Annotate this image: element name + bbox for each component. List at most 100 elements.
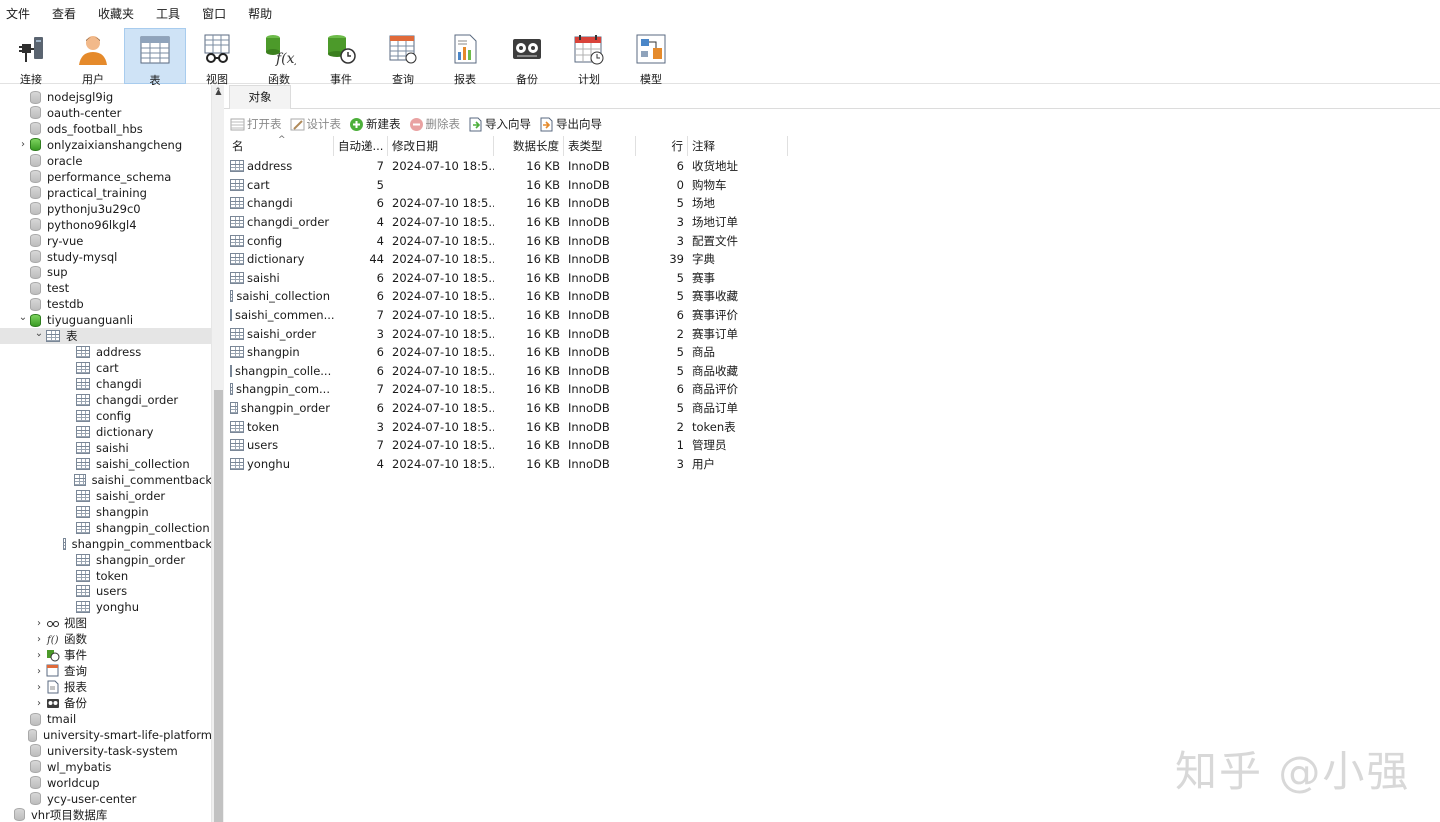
table-row[interactable]: saishi_collection 6 2024-07-10 18:5... 16 K… [228, 287, 788, 306]
tree-db-testdb[interactable]: testdb [0, 296, 212, 312]
tree-node-backup[interactable]: › 备份 [0, 695, 212, 711]
tree-table-config[interactable]: config [0, 408, 212, 424]
table-row[interactable]: config 4 2024-07-10 18:5... 16 KB InnoDB 3 配置文… [228, 231, 788, 250]
menu-item-3[interactable]: 工具 [145, 0, 191, 28]
tree-node-event[interactable]: › 事件 [0, 647, 212, 663]
tree-table-users[interactable]: users [0, 583, 212, 599]
tree-table-changdi[interactable]: changdi [0, 376, 212, 392]
table-row[interactable]: users 7 2024-07-10 18:5... 16 KB InnoDB 1 管理员 [228, 436, 788, 455]
toolbar-button-report[interactable]: 报表 [434, 28, 496, 86]
sidebar-scroll-thumb[interactable] [214, 390, 223, 822]
table-row[interactable]: cart 5 16 KB InnoDB 0 购物车 [228, 176, 788, 195]
toolbar-button-model[interactable]: 模型 [620, 28, 682, 86]
chevron-right-icon[interactable]: › [32, 634, 46, 645]
table-row[interactable]: saishi_commen... 7 2024-07-10 18:5... 16 KB… [228, 306, 788, 325]
tree-table-token[interactable]: token [0, 568, 212, 584]
tree-node-report[interactable]: › 报表 [0, 679, 212, 695]
chevron-right-icon[interactable]: › [32, 618, 46, 629]
tree-table-saishi_commentback[interactable]: saishi_commentback [0, 472, 212, 488]
table-row[interactable]: shangpin_colle... 6 2024-07-10 18:5... 16 K… [228, 362, 788, 381]
chevron-right-icon[interactable]: › [32, 682, 46, 693]
chevron-right-icon[interactable]: › [16, 139, 30, 150]
tree-db-oracle[interactable]: oracle [0, 153, 212, 169]
column-header-3[interactable]: 数据长度 [494, 136, 564, 156]
tree-db-pythonju3u29c0[interactable]: pythonju3u29c0 [0, 201, 212, 217]
chevron-down-icon[interactable]: ⌄ [32, 328, 46, 339]
column-header-5[interactable]: 行 [636, 136, 688, 156]
tree-db-practical_training[interactable]: practical_training [0, 185, 212, 201]
tree-db-wl_mybatis[interactable]: wl_mybatis [0, 759, 212, 775]
collapse-up-icon[interactable]: ⌃ [212, 87, 224, 97]
tree-db-pythono96lkgl4[interactable]: pythono96lkgl4 [0, 217, 212, 233]
tree-table-dictionary[interactable]: dictionary [0, 424, 212, 440]
column-header-6[interactable]: 注释 [688, 136, 788, 156]
table-row[interactable]: shangpin 6 2024-07-10 18:5... 16 KB InnoDB 5 商… [228, 343, 788, 362]
tree-db-onlyzaixianshangcheng[interactable]: › onlyzaixianshangcheng [0, 137, 212, 153]
menu-item-5[interactable]: 帮助 [237, 0, 283, 28]
export-wizard-button[interactable]: 导出向导 [539, 116, 602, 132]
column-header-1[interactable]: 自动递... [334, 136, 388, 156]
sidebar-scrollbar[interactable]: ▲ [211, 85, 224, 822]
delete-table-button[interactable]: 删除表 [409, 116, 460, 132]
open-table-button[interactable]: 打开表 [230, 116, 282, 132]
tree-table-address[interactable]: address [0, 344, 212, 360]
table-row[interactable]: dictionary 44 2024-07-10 18:5... 16 KB InnoD… [228, 250, 788, 269]
toolbar-button-event[interactable]: 事件 [310, 28, 372, 86]
tree-table-changdi_order[interactable]: changdi_order [0, 392, 212, 408]
column-header-0[interactable]: 名 ^ [228, 135, 334, 156]
toolbar-button-query[interactable]: 查询 [372, 28, 434, 86]
toolbar-button-backup[interactable]: 备份 [496, 28, 558, 86]
menu-item-2[interactable]: 收藏夹 [87, 0, 145, 28]
table-row[interactable]: token 3 2024-07-10 18:5... 16 KB InnoDB 2 toke… [228, 417, 788, 436]
toolbar-button-schedule[interactable]: 计划 [558, 28, 620, 86]
toolbar-button-view[interactable]: 视图 [186, 28, 248, 86]
tree-table-cart[interactable]: cart [0, 360, 212, 376]
tree-db-ry-vue[interactable]: ry-vue [0, 233, 212, 249]
menu-item-4[interactable]: 窗口 [191, 0, 237, 28]
tree-node-tables[interactable]: ⌄ 表 [0, 328, 212, 345]
new-table-button[interactable]: 新建表 [349, 116, 401, 132]
tree-table-yonghu[interactable]: yonghu [0, 599, 212, 615]
tree-table-shangpin_order[interactable]: shangpin_order [0, 552, 212, 568]
tree-connection-vhr[interactable]: vhr项目数据库 [0, 807, 212, 822]
tree-table-shangpin_collection[interactable]: shangpin_collection [0, 520, 212, 536]
tree-db-study-mysql[interactable]: study-mysql [0, 249, 212, 265]
tree-db-university-task-system[interactable]: university-task-system [0, 743, 212, 759]
table-row[interactable]: shangpin_com... 7 2024-07-10 18:5... 16 KB I… [228, 380, 788, 399]
tree-table-saishi_collection[interactable]: saishi_collection [0, 456, 212, 472]
table-row[interactable]: changdi_order 4 2024-07-10 18:5... 16 KB Inn… [228, 213, 788, 232]
table-row[interactable]: saishi 6 2024-07-10 18:5... 16 KB InnoDB 5 赛事 [228, 269, 788, 288]
tree-db-university-smart-life-platform[interactable]: university-smart-life-platform [0, 727, 212, 743]
menu-item-0[interactable]: 文件 [6, 0, 41, 28]
tree-db-worldcup[interactable]: worldcup [0, 775, 212, 791]
tree-db-ycy-user-center[interactable]: ycy-user-center [0, 791, 212, 807]
tree-db-performance_schema[interactable]: performance_schema [0, 169, 212, 185]
tree-node-query[interactable]: › 查询 [0, 663, 212, 679]
toolbar-button-plug[interactable]: 连接 [0, 28, 62, 86]
tree-node-view[interactable]: › 视图 [0, 615, 212, 631]
import-wizard-button[interactable]: 导入向导 [468, 116, 531, 132]
table-row[interactable]: saishi_order 3 2024-07-10 18:5... 16 KB Inno… [228, 324, 788, 343]
tree-db-tmail[interactable]: tmail [0, 711, 212, 727]
toolbar-button-table[interactable]: 表 [124, 28, 186, 87]
tree-node-function[interactable]: › f() 函数 [0, 631, 212, 647]
chevron-right-icon[interactable]: › [32, 650, 46, 661]
toolbar-button-function[interactable]: f(x)函数 [248, 28, 310, 86]
tree-table-saishi[interactable]: saishi [0, 440, 212, 456]
column-header-4[interactable]: 表类型 [564, 136, 636, 156]
tree-db-nodejsgl9ig[interactable]: nodejsgl9ig [0, 89, 212, 105]
tree-table-shangpin[interactable]: shangpin [0, 504, 212, 520]
chevron-right-icon[interactable]: › [32, 666, 46, 677]
tree-db-sup[interactable]: sup [0, 264, 212, 280]
menu-item-1[interactable]: 查看 [41, 0, 87, 28]
tree-db-ods_football_hbs[interactable]: ods_football_hbs [0, 121, 212, 137]
toolbar-button-user[interactable]: 用户 [62, 28, 124, 86]
tree-db-active[interactable]: ⌄ tiyuguanguanli [0, 312, 212, 328]
tree-db-test[interactable]: test [0, 280, 212, 296]
tree-db-oauth-center[interactable]: oauth-center [0, 105, 212, 121]
table-row[interactable]: address 7 2024-07-10 18:5... 16 KB InnoDB 6 收货… [228, 157, 788, 176]
chevron-right-icon[interactable]: › [32, 698, 46, 709]
tree-table-saishi_order[interactable]: saishi_order [0, 488, 212, 504]
table-row[interactable]: yonghu 4 2024-07-10 18:5... 16 KB InnoDB 3 用户 [228, 455, 788, 474]
tab-objects[interactable]: 对象 [229, 85, 291, 109]
